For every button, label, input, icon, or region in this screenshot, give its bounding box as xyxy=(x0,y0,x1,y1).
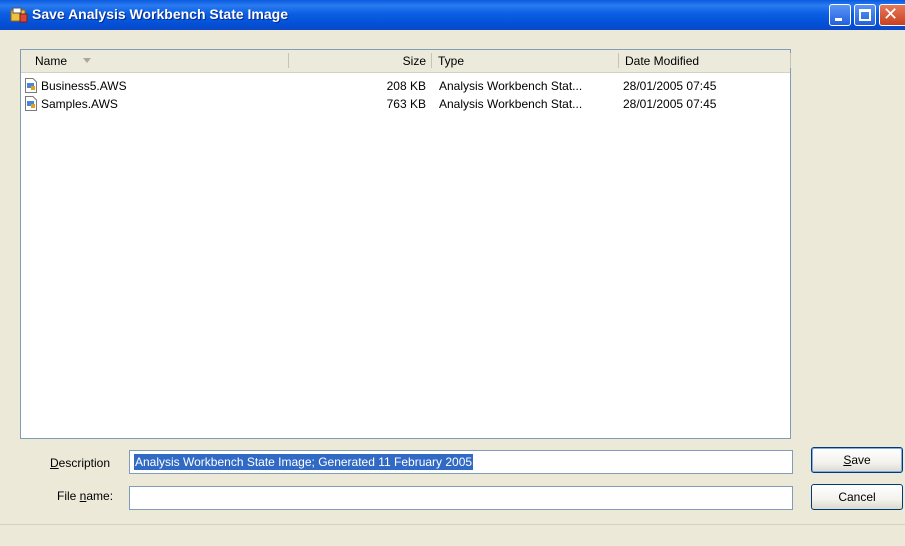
filename-label: File name: xyxy=(57,489,113,503)
file-size: 208 KB xyxy=(386,79,426,93)
description-label-mnemonic: D xyxy=(50,456,59,470)
file-list-header: Name Size Type Date Modified xyxy=(21,50,791,73)
column-header-size[interactable]: Size xyxy=(289,50,432,72)
column-header-type[interactable]: Type xyxy=(432,50,619,72)
file-row[interactable]: Samples.AWS 763 KB Analysis Workbench St… xyxy=(21,95,790,113)
column-header-date-label: Date Modified xyxy=(625,54,700,68)
file-name: Samples.AWS xyxy=(41,97,118,111)
file-row[interactable]: Business5.AWS 208 KB Analysis Workbench … xyxy=(21,77,790,95)
file-icon xyxy=(25,78,37,93)
save-button-label: ave xyxy=(851,453,871,467)
column-header-type-label: Type xyxy=(438,54,465,68)
maximize-button[interactable] xyxy=(854,4,876,26)
title-bar[interactable]: Save Analysis Workbench State Image ✕ xyxy=(0,0,905,30)
app-icon xyxy=(10,7,28,23)
save-button[interactable]: Save xyxy=(811,447,903,473)
minimize-icon xyxy=(835,18,842,21)
file-type: Analysis Workbench Stat... xyxy=(439,97,583,111)
save-dialog: Save Analysis Workbench State Image ✕ Na… xyxy=(0,0,905,546)
filename-input[interactable] xyxy=(129,486,793,510)
file-size: 763 KB xyxy=(386,97,426,111)
column-header-name-label: Name xyxy=(35,54,68,68)
cancel-button-label: Cancel xyxy=(838,490,876,504)
file-icon xyxy=(25,96,37,111)
description-input[interactable]: Analysis Workbench State Image; Generate… xyxy=(129,450,793,474)
column-header-size-label: Size xyxy=(402,54,426,68)
filename-label-after: ame: xyxy=(86,489,114,503)
minimize-button[interactable] xyxy=(829,4,851,26)
file-type: Analysis Workbench Stat... xyxy=(439,79,583,93)
file-date: 28/01/2005 07:45 xyxy=(623,79,717,93)
description-value: Analysis Workbench State Image; Generate… xyxy=(134,454,474,470)
cancel-button[interactable]: Cancel xyxy=(811,484,903,510)
file-name: Business5.AWS xyxy=(41,79,127,93)
description-label-text: escription xyxy=(58,456,111,470)
sort-descending-icon xyxy=(83,58,91,63)
close-button[interactable]: ✕ xyxy=(879,4,905,26)
filename-label-before: File xyxy=(57,489,80,503)
status-bar xyxy=(0,524,905,546)
file-list[interactable]: Name Size Type Date Modified Business5.A… xyxy=(20,49,791,439)
column-header-date[interactable]: Date Modified xyxy=(619,50,791,72)
file-date: 28/01/2005 07:45 xyxy=(623,97,717,111)
window-title: Save Analysis Workbench State Image xyxy=(32,6,288,22)
close-icon: ✕ xyxy=(883,4,899,25)
column-header-name[interactable]: Name xyxy=(21,50,289,72)
description-label: Description xyxy=(50,456,110,470)
maximize-icon xyxy=(859,9,871,21)
